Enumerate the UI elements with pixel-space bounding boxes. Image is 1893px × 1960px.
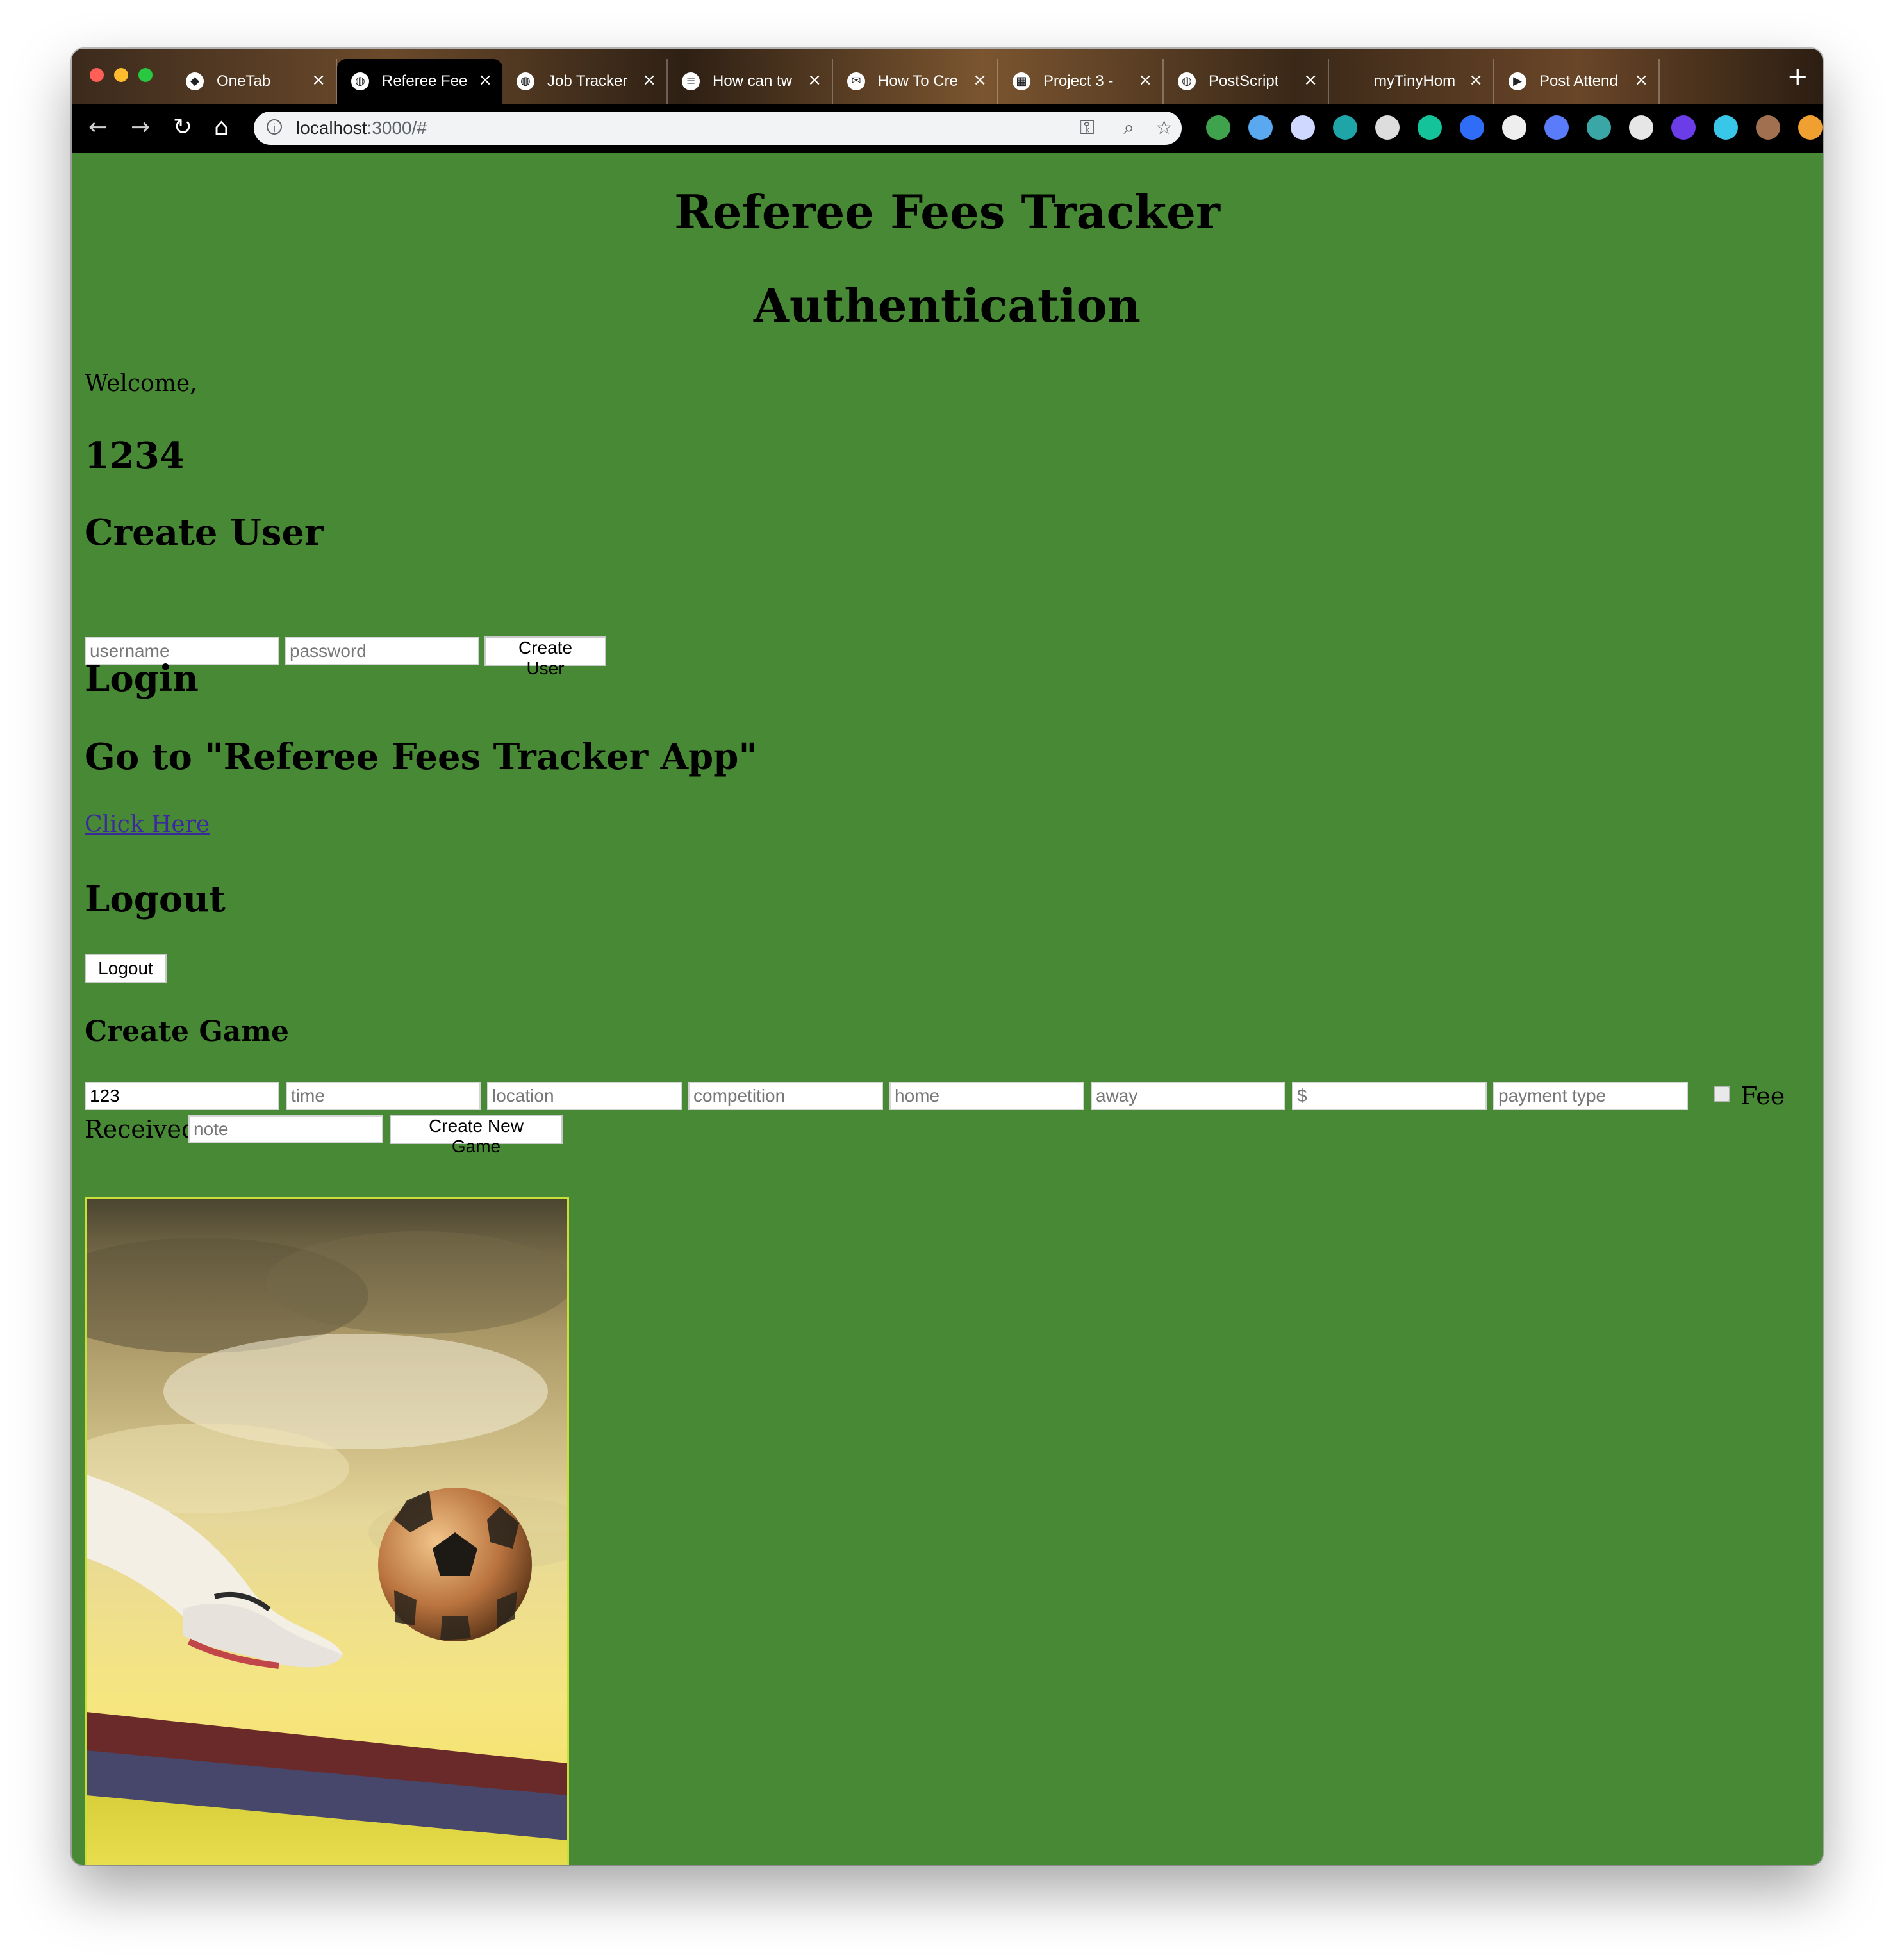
page-content: Referee Fees Tracker Authentication Welc… <box>72 153 1823 1865</box>
key-icon[interactable]: ⚿ <box>1080 117 1095 139</box>
tab-2[interactable]: ◍ Job Tracker × <box>502 59 668 104</box>
contrast-icon[interactable] <box>1629 115 1653 140</box>
color-icon[interactable] <box>1671 115 1696 140</box>
payment-type-input[interactable] <box>1493 1082 1688 1110</box>
tab-close-icon[interactable]: × <box>1303 71 1318 90</box>
tab-title: How To Cre <box>878 72 958 90</box>
palette-icon[interactable] <box>1587 115 1611 140</box>
tab-title: PostScript <box>1209 72 1279 90</box>
create-user-heading: Create User <box>85 511 324 554</box>
globe-icon: ◍ <box>517 72 534 90</box>
click-here-link[interactable]: Click Here <box>85 811 210 838</box>
goto-app-heading: Go to "Referee Fees Tracker App" <box>85 736 757 778</box>
home-team-input[interactable] <box>889 1082 1084 1110</box>
pen-icon[interactable] <box>1544 115 1569 140</box>
tab-close-icon[interactable]: × <box>973 71 987 90</box>
tab-close-icon[interactable]: × <box>1138 71 1152 90</box>
browser-toolbar: ← → ↻ ⌂ i localhost:3000/# ⚿ ⌕ ☆ <box>72 104 1823 153</box>
tab-title: Post Attend <box>1539 72 1618 90</box>
tab-title: OneTab <box>217 72 271 90</box>
browser-window: ◆ OneTab × ◍ Referee Fee × ◍ Job Tracker × ≡ How c… <box>72 49 1823 1865</box>
tab-5[interactable]: ▦ Project 3 - × <box>998 59 1164 104</box>
create-user-button[interactable]: Create User <box>484 636 606 678</box>
tab-3[interactable]: ≡ How can tw × <box>668 59 833 104</box>
note-input[interactable] <box>188 1115 383 1143</box>
speed-icon[interactable] <box>1502 115 1526 140</box>
filter-icon[interactable] <box>1714 115 1738 140</box>
tab-4[interactable]: ✉ How To Cre × <box>833 59 998 104</box>
extension-icons <box>1206 115 1823 140</box>
competition-input[interactable] <box>688 1082 883 1110</box>
back-arrow-icon[interactable]: ← <box>88 113 108 142</box>
url-text[interactable]: localhost:3000/# <box>296 118 427 138</box>
grammarly-icon[interactable] <box>1418 115 1442 140</box>
react-icon[interactable] <box>1291 115 1315 140</box>
avatar-icon[interactable] <box>1756 115 1780 140</box>
window-maximize-button[interactable] <box>138 68 153 82</box>
window-close-button[interactable] <box>90 68 104 82</box>
evernote-icon[interactable] <box>1206 115 1230 140</box>
username-display: 1234 <box>85 435 185 477</box>
github-icon[interactable] <box>1375 115 1400 140</box>
tab-title: Project 3 - <box>1043 72 1114 90</box>
logout-heading: Logout <box>85 878 226 920</box>
reload-icon[interactable]: ↻ <box>173 113 192 142</box>
auth-title: Authentication <box>753 278 1141 333</box>
date-input[interactable] <box>85 1082 279 1110</box>
window-minimize-button[interactable] <box>114 68 128 82</box>
blank-icon <box>1343 72 1361 90</box>
zoom-magnifier-icon[interactable]: ⌕ <box>1123 117 1134 139</box>
tab-title: Job Tracker <box>547 72 628 90</box>
location-input[interactable] <box>487 1082 682 1110</box>
fee-received-checkbox[interactable] <box>1714 1086 1730 1102</box>
create-new-game-button[interactable]: Create New Game <box>390 1115 563 1156</box>
tab-7[interactable]: myTinyHom × <box>1329 59 1494 104</box>
home-icon[interactable]: ⌂ <box>214 113 229 142</box>
diamond-icon[interactable] <box>1248 115 1273 140</box>
create-game-heading: Create Game <box>85 1015 289 1048</box>
time-input[interactable] <box>286 1082 481 1110</box>
login-heading: Login <box>85 658 199 700</box>
tab-title: How can tw <box>713 72 793 90</box>
tab-8[interactable]: ▶ Post Attend × <box>1494 59 1660 104</box>
tab-close-icon[interactable]: × <box>642 71 656 90</box>
tab-list: ◆ OneTab × ◍ Referee Fee × ◍ Job Tracker × ≡ How c… <box>172 59 1660 104</box>
welcome-text: Welcome, <box>85 370 197 397</box>
zoom-icon: ▶ <box>1509 72 1526 90</box>
globe-icon: ◍ <box>1178 72 1196 90</box>
info-icon[interactable]: i <box>267 119 282 135</box>
globe-icon: ◍ <box>351 72 369 90</box>
metamask-icon[interactable] <box>1798 115 1823 140</box>
soccer-kick-image <box>85 1197 569 1865</box>
onetab-icon: ◆ <box>186 72 204 90</box>
tab-close-icon[interactable]: × <box>1469 71 1483 90</box>
tab-close-icon[interactable]: × <box>1634 71 1648 90</box>
bitly-icon[interactable] <box>1460 115 1484 140</box>
tab-1[interactable]: ◍ Referee Fee × <box>337 59 502 104</box>
tab-strip: ◆ OneTab × ◍ Referee Fee × ◍ Job Tracker × ≡ How c… <box>72 49 1823 104</box>
address-bar[interactable]: i localhost:3000/# ⚿ ⌕ ☆ <box>254 112 1182 145</box>
bookmark-star-icon[interactable]: ☆ <box>1155 117 1173 139</box>
tab-6[interactable]: ◍ PostScript × <box>1164 59 1329 104</box>
fee-received-label-continued: Received <box>85 1115 197 1143</box>
logout-button[interactable]: Logout <box>85 954 167 983</box>
password-input[interactable] <box>285 637 479 665</box>
fee-amount-input[interactable] <box>1292 1082 1487 1110</box>
tab-title: myTinyHom <box>1374 72 1456 90</box>
fee-received-label: Fee <box>1740 1082 1785 1110</box>
stackoverflow-icon: ≡ <box>682 72 700 90</box>
mail-icon: ✉ <box>847 72 865 90</box>
tab-close-icon[interactable]: × <box>478 71 492 90</box>
forward-arrow-icon[interactable]: → <box>131 113 150 142</box>
app-title: Referee Fees Tracker <box>674 185 1220 239</box>
tab-close-icon[interactable]: × <box>807 71 822 90</box>
sheets-icon: ▦ <box>1013 72 1030 90</box>
circle-icon[interactable] <box>1333 115 1357 140</box>
tab-0[interactable]: ◆ OneTab × <box>172 59 337 104</box>
new-tab-icon[interactable]: + <box>1787 64 1808 90</box>
away-team-input[interactable] <box>1091 1082 1285 1110</box>
tab-close-icon[interactable]: × <box>311 71 326 90</box>
tab-title: Referee Fee <box>382 72 467 90</box>
